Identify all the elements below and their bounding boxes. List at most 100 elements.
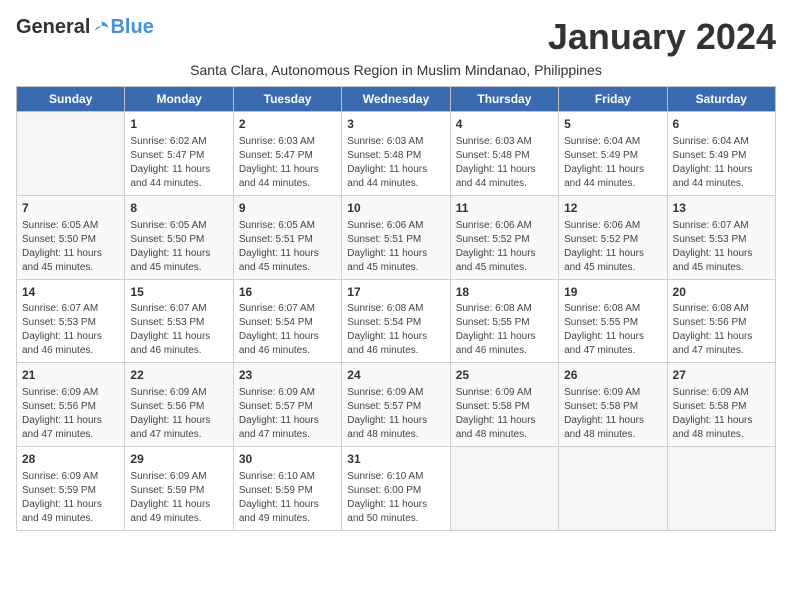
calendar-header-row: SundayMondayTuesdayWednesdayThursdayFrid… xyxy=(17,87,776,112)
logo-blue-text: Blue xyxy=(110,16,153,39)
logo: General Blue xyxy=(16,16,154,39)
calendar-cell: 18Sunrise: 6:08 AM Sunset: 5:55 PM Dayli… xyxy=(450,279,558,363)
day-number: 31 xyxy=(347,451,444,468)
calendar-cell: 28 Sunrise: 6:09 AM Sunset: 5:59 PM Dayli… xyxy=(17,447,125,531)
calendar-cell: 20Sunrise: 6:08 AM Sunset: 5:56 PM Dayli… xyxy=(667,279,775,363)
calendar-cell: 25 Sunrise: 6:09 AM Sunset: 5:58 PM Dayli… xyxy=(450,363,558,447)
month-title: January 2024 xyxy=(548,16,776,58)
day-number: 15 xyxy=(130,284,227,301)
day-number: 30 xyxy=(239,451,336,468)
day-number: 7 xyxy=(22,200,119,217)
day-info: Sunrise: 6:04 AM Sunset: 5:49 PM Dayligh… xyxy=(564,135,661,191)
day-info: Sunrise: 6:09 AM Sunset: 5:56 PM Dayligh… xyxy=(130,386,227,442)
day-number: 12 xyxy=(564,200,661,217)
calendar-cell: 31 Sunrise: 6:10 AM Sunset: 6:00 PM Dayli… xyxy=(342,447,450,531)
calendar-cell: 29 Sunrise: 6:09 AM Sunset: 5:59 PM Dayli… xyxy=(125,447,233,531)
day-info: Sunrise: 6:07 AM Sunset: 5:54 PM Dayligh… xyxy=(239,302,336,358)
day-number: 2 xyxy=(239,116,336,133)
calendar-cell: 15Sunrise: 6:07 AM Sunset: 5:53 PM Dayli… xyxy=(125,279,233,363)
day-info: Sunrise: 6:03 AM Sunset: 5:48 PM Dayligh… xyxy=(456,135,553,191)
day-number: 11 xyxy=(456,200,553,217)
calendar-cell: 11 Sunrise: 6:06 AM Sunset: 5:52 PM Dayli… xyxy=(450,195,558,279)
day-info: Sunrise: 6:10 AM Sunset: 5:59 PM Dayligh… xyxy=(239,470,336,526)
day-info: Sunrise: 6:10 AM Sunset: 6:00 PM Dayligh… xyxy=(347,470,444,526)
calendar-week-row: 21Sunrise: 6:09 AM Sunset: 5:56 PM Dayli… xyxy=(17,363,776,447)
calendar-cell: 16Sunrise: 6:07 AM Sunset: 5:54 PM Dayli… xyxy=(233,279,341,363)
day-number: 19 xyxy=(564,284,661,301)
day-number: 23 xyxy=(239,367,336,384)
calendar-cell: 13 Sunrise: 6:07 AM Sunset: 5:53 PM Dayli… xyxy=(667,195,775,279)
day-info: Sunrise: 6:09 AM Sunset: 5:58 PM Dayligh… xyxy=(673,386,770,442)
calendar-cell: 17Sunrise: 6:08 AM Sunset: 5:54 PM Dayli… xyxy=(342,279,450,363)
calendar-week-row: 7Sunrise: 6:05 AM Sunset: 5:50 PM Daylig… xyxy=(17,195,776,279)
day-number: 22 xyxy=(130,367,227,384)
weekday-header-monday: Monday xyxy=(125,87,233,112)
calendar-cell: 10 Sunrise: 6:06 AM Sunset: 5:51 PM Dayli… xyxy=(342,195,450,279)
calendar-week-row: 1Sunrise: 6:02 AM Sunset: 5:47 PM Daylig… xyxy=(17,112,776,196)
day-number: 24 xyxy=(347,367,444,384)
calendar-cell: 5 Sunrise: 6:04 AM Sunset: 5:49 PM Daylig… xyxy=(559,112,667,196)
day-info: Sunrise: 6:09 AM Sunset: 5:56 PM Dayligh… xyxy=(22,386,119,442)
day-info: Sunrise: 6:08 AM Sunset: 5:55 PM Dayligh… xyxy=(564,302,661,358)
day-info: Sunrise: 6:09 AM Sunset: 5:59 PM Dayligh… xyxy=(130,470,227,526)
calendar-cell: 6 Sunrise: 6:04 AM Sunset: 5:49 PM Daylig… xyxy=(667,112,775,196)
day-number: 5 xyxy=(564,116,661,133)
day-info: Sunrise: 6:09 AM Sunset: 5:58 PM Dayligh… xyxy=(456,386,553,442)
day-number: 27 xyxy=(673,367,770,384)
calendar-cell: 8Sunrise: 6:05 AM Sunset: 5:50 PM Daylig… xyxy=(125,195,233,279)
calendar-cell: 26Sunrise: 6:09 AM Sunset: 5:58 PM Dayli… xyxy=(559,363,667,447)
calendar-cell: 27 Sunrise: 6:09 AM Sunset: 5:58 PM Dayli… xyxy=(667,363,775,447)
calendar-cell: 21Sunrise: 6:09 AM Sunset: 5:56 PM Dayli… xyxy=(17,363,125,447)
calendar-cell xyxy=(667,447,775,531)
calendar-cell: 12Sunrise: 6:06 AM Sunset: 5:52 PM Dayli… xyxy=(559,195,667,279)
day-info: Sunrise: 6:09 AM Sunset: 5:58 PM Dayligh… xyxy=(564,386,661,442)
day-info: Sunrise: 6:07 AM Sunset: 5:53 PM Dayligh… xyxy=(22,302,119,358)
calendar-cell: 7Sunrise: 6:05 AM Sunset: 5:50 PM Daylig… xyxy=(17,195,125,279)
calendar-cell xyxy=(17,112,125,196)
day-number: 10 xyxy=(347,200,444,217)
day-info: Sunrise: 6:09 AM Sunset: 5:57 PM Dayligh… xyxy=(239,386,336,442)
day-info: Sunrise: 6:05 AM Sunset: 5:51 PM Dayligh… xyxy=(239,219,336,275)
day-info: Sunrise: 6:04 AM Sunset: 5:49 PM Dayligh… xyxy=(673,135,770,191)
weekday-header-saturday: Saturday xyxy=(667,87,775,112)
calendar-cell: 24 Sunrise: 6:09 AM Sunset: 5:57 PM Dayli… xyxy=(342,363,450,447)
day-number: 13 xyxy=(673,200,770,217)
calendar-cell xyxy=(559,447,667,531)
day-info: Sunrise: 6:06 AM Sunset: 5:51 PM Dayligh… xyxy=(347,219,444,275)
weekday-header-friday: Friday xyxy=(559,87,667,112)
day-info: Sunrise: 6:03 AM Sunset: 5:47 PM Dayligh… xyxy=(239,135,336,191)
day-number: 20 xyxy=(673,284,770,301)
day-info: Sunrise: 6:08 AM Sunset: 5:56 PM Dayligh… xyxy=(673,302,770,358)
day-number: 16 xyxy=(239,284,336,301)
weekday-header-wednesday: Wednesday xyxy=(342,87,450,112)
day-number: 6 xyxy=(673,116,770,133)
day-number: 4 xyxy=(456,116,553,133)
day-info: Sunrise: 6:06 AM Sunset: 5:52 PM Dayligh… xyxy=(456,219,553,275)
calendar-cell: 14Sunrise: 6:07 AM Sunset: 5:53 PM Dayli… xyxy=(17,279,125,363)
page-header: General Blue January 2024 xyxy=(16,16,776,58)
calendar-week-row: 14Sunrise: 6:07 AM Sunset: 5:53 PM Dayli… xyxy=(17,279,776,363)
calendar-subtitle: Santa Clara, Autonomous Region in Muslim… xyxy=(16,62,776,78)
day-number: 1 xyxy=(130,116,227,133)
day-info: Sunrise: 6:09 AM Sunset: 5:59 PM Dayligh… xyxy=(22,470,119,526)
weekday-header-tuesday: Tuesday xyxy=(233,87,341,112)
day-number: 29 xyxy=(130,451,227,468)
logo-general-text: General xyxy=(16,16,90,39)
calendar-cell: 3Sunrise: 6:03 AM Sunset: 5:48 PM Daylig… xyxy=(342,112,450,196)
day-number: 18 xyxy=(456,284,553,301)
day-info: Sunrise: 6:03 AM Sunset: 5:48 PM Dayligh… xyxy=(347,135,444,191)
calendar-cell: 4 Sunrise: 6:03 AM Sunset: 5:48 PM Daylig… xyxy=(450,112,558,196)
day-info: Sunrise: 6:08 AM Sunset: 5:54 PM Dayligh… xyxy=(347,302,444,358)
calendar-cell: 22 Sunrise: 6:09 AM Sunset: 5:56 PM Dayli… xyxy=(125,363,233,447)
day-number: 28 xyxy=(22,451,119,468)
calendar-week-row: 28 Sunrise: 6:09 AM Sunset: 5:59 PM Dayli… xyxy=(17,447,776,531)
day-info: Sunrise: 6:08 AM Sunset: 5:55 PM Dayligh… xyxy=(456,302,553,358)
calendar-cell: 1Sunrise: 6:02 AM Sunset: 5:47 PM Daylig… xyxy=(125,112,233,196)
day-info: Sunrise: 6:07 AM Sunset: 5:53 PM Dayligh… xyxy=(673,219,770,275)
weekday-header-thursday: Thursday xyxy=(450,87,558,112)
calendar-cell: 30 Sunrise: 6:10 AM Sunset: 5:59 PM Dayli… xyxy=(233,447,341,531)
day-number: 8 xyxy=(130,200,227,217)
day-number: 25 xyxy=(456,367,553,384)
day-number: 17 xyxy=(347,284,444,301)
day-info: Sunrise: 6:09 AM Sunset: 5:57 PM Dayligh… xyxy=(347,386,444,442)
